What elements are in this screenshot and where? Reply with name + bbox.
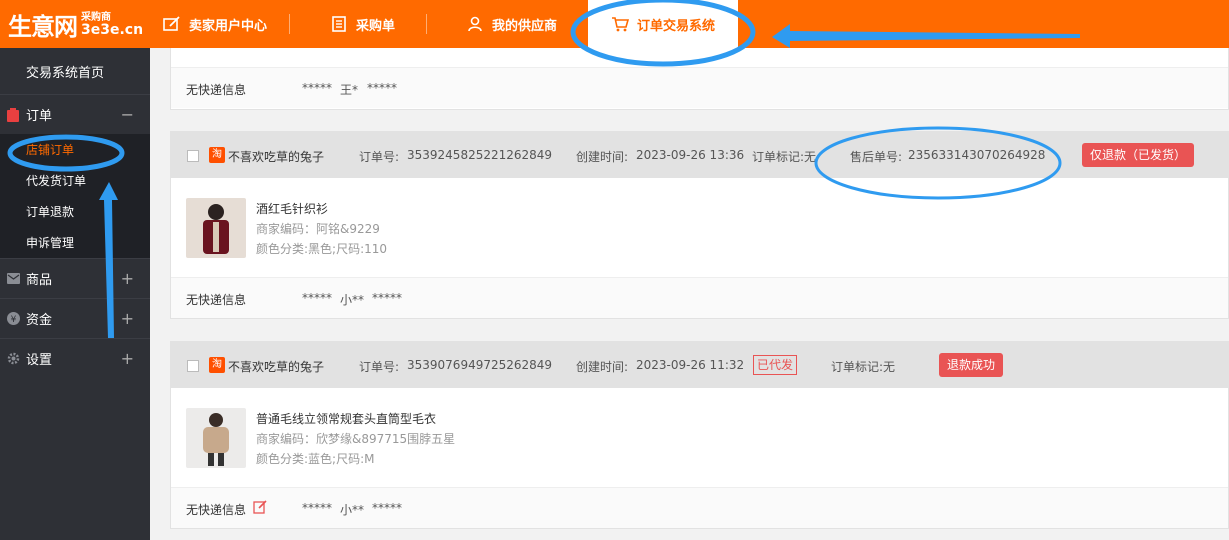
created-time: 2023-09-26 11:32 bbox=[636, 358, 745, 372]
nav-divider bbox=[426, 14, 427, 34]
logo-main-text: 生意网 bbox=[8, 11, 78, 41]
product-code: 商家编码：欣梦缘&897715围脖五星 bbox=[256, 432, 456, 446]
product-sku: 颜色分类:黑色;尺码:110 bbox=[256, 242, 388, 256]
shop-name[interactable]: 不喜欢吃草的兔子 bbox=[228, 358, 324, 375]
order-no: 3539245825221262849 bbox=[407, 148, 553, 162]
order-checkbox[interactable] bbox=[187, 360, 199, 372]
buyer-name: 小** bbox=[340, 503, 365, 517]
order-header: 淘 不喜欢吃草的兔子 订单号: 3539245825221262849 创建时间… bbox=[171, 132, 1228, 178]
nav-my-suppliers[interactable]: 我的供应商 bbox=[466, 0, 557, 48]
masked-address: ***** bbox=[367, 81, 397, 95]
sidebar-item-order-refunds[interactable]: 订单退款 bbox=[0, 196, 150, 227]
clipboard-icon bbox=[6, 107, 20, 122]
nav-label: 我的供应商 bbox=[492, 18, 558, 34]
no-express-info: 无快递信息 bbox=[186, 293, 247, 307]
edit-express-icon[interactable] bbox=[253, 500, 267, 517]
sidebar-group-settings[interactable]: 设置 + bbox=[0, 338, 150, 378]
expand-icon[interactable]: + bbox=[121, 269, 134, 288]
sidebar-group-orders[interactable]: 订单 − bbox=[0, 94, 150, 134]
buyer-name: 小** bbox=[340, 293, 365, 307]
yen-icon: ¥ bbox=[6, 312, 20, 326]
no-express-info: 无快递信息 bbox=[186, 83, 247, 97]
expand-icon[interactable]: + bbox=[121, 349, 134, 368]
no-express-info: 无快递信息 bbox=[186, 503, 247, 517]
created-label: 创建时间: bbox=[576, 150, 629, 164]
buyer-name: 王* bbox=[340, 83, 359, 97]
created-time: 2023-09-26 13:36 bbox=[636, 148, 745, 162]
order-footer: 无快递信息 ***** 小** ***** bbox=[171, 488, 1228, 528]
gear-icon bbox=[6, 352, 20, 366]
order-footer: 无快递信息 ***** 小** ***** bbox=[171, 278, 1228, 318]
order-header: 淘 不喜欢吃草的兔子 订单号: 3539076949725262849 创建时间… bbox=[171, 342, 1228, 388]
dropshipped-tag: 已代发 bbox=[753, 355, 798, 375]
edit-icon bbox=[163, 16, 181, 32]
order-list: 无快递信息 ***** 王* ***** 淘 不喜欢吃草的兔子 订单号: 353… bbox=[150, 48, 1229, 540]
sidebar-item-appeals[interactable]: 申诉管理 bbox=[0, 227, 150, 258]
masked-phone: ***** bbox=[302, 501, 332, 515]
user-icon bbox=[466, 16, 484, 32]
sidebar-group-goods[interactable]: 商品 + bbox=[0, 258, 150, 298]
sidebar-item-dropship-orders[interactable]: 代发货订单 bbox=[0, 165, 150, 196]
collapse-icon[interactable]: − bbox=[121, 105, 134, 124]
sidebar-group-label: 设置 bbox=[26, 353, 53, 368]
nav-seller-center[interactable]: 卖家用户中心 bbox=[163, 0, 267, 48]
order-no-label: 订单号: bbox=[359, 150, 400, 164]
product-sku: 颜色分类:蓝色;尺码:M bbox=[256, 452, 375, 466]
product-thumbnail[interactable] bbox=[186, 408, 246, 468]
nav-label: 卖家用户中心 bbox=[189, 18, 268, 34]
order-checkbox[interactable] bbox=[187, 150, 199, 162]
sidebar-group-label: 订单 bbox=[26, 109, 53, 124]
sidebar-group-label: 商品 bbox=[26, 273, 53, 288]
order-product: 普通毛线立领常规套头直筒型毛衣 商家编码：欣梦缘&897715围脖五星 颜色分类… bbox=[171, 388, 1228, 488]
order-no: 3539076949725262849 bbox=[407, 358, 553, 372]
product-name[interactable]: 普通毛线立领常规套头直筒型毛衣 bbox=[256, 410, 436, 427]
sidebar-item-shop-orders[interactable]: 店铺订单 bbox=[0, 134, 150, 165]
order-mark: 订单标记:无 bbox=[831, 360, 896, 374]
created-label: 创建时间: bbox=[576, 360, 629, 374]
nav-purchase-list[interactable]: 采购单 bbox=[330, 0, 395, 48]
nav-divider bbox=[289, 14, 290, 34]
refund-status-button[interactable]: 仅退款（已发货） bbox=[1082, 143, 1195, 167]
logo-sub-bottom: 3e3e.cn bbox=[81, 22, 144, 38]
nav-order-system[interactable]: 订单交易系统 bbox=[588, 0, 738, 48]
sidebar-group-label: 资金 bbox=[26, 313, 53, 328]
masked-phone: ***** bbox=[302, 291, 332, 305]
sidebar-submenu-orders: 店铺订单 代发货订单 订单退款 申诉管理 bbox=[0, 134, 150, 258]
order-footer: 无快递信息 ***** 王* ***** bbox=[171, 68, 1228, 108]
refund-status-button[interactable]: 退款成功 bbox=[939, 353, 1004, 377]
masked-address: ***** bbox=[372, 501, 402, 515]
order-card: 淘 不喜欢吃草的兔子 订单号: 3539245825221262849 创建时间… bbox=[170, 131, 1229, 319]
nav-label: 采购单 bbox=[356, 18, 396, 34]
order-product: 酒红毛针织衫 商家编码：阿铭&9229 颜色分类:黑色;尺码:110 bbox=[171, 178, 1228, 278]
sidebar: 交易系统首页 订单 − 店铺订单 代发货订单 订单退款 申诉管理 商品 + ¥ … bbox=[0, 48, 150, 540]
svg-text:¥: ¥ bbox=[10, 315, 16, 325]
product-name[interactable]: 酒红毛针织衫 bbox=[256, 200, 328, 217]
nav-label: 订单交易系统 bbox=[636, 18, 715, 34]
expand-icon[interactable]: + bbox=[121, 309, 134, 328]
top-bar: 生意网 采购商 3e3e.cn 卖家用户中心 采购单 我的供应商 订单交易系统 bbox=[0, 0, 1229, 48]
site-logo[interactable]: 生意网 采购商 3e3e.cn bbox=[8, 6, 143, 42]
masked-phone: ***** bbox=[302, 81, 332, 95]
shop-name[interactable]: 不喜欢吃草的兔子 bbox=[228, 148, 324, 165]
mail-icon bbox=[6, 272, 20, 286]
sidebar-group-funds[interactable]: ¥ 资金 + bbox=[0, 298, 150, 338]
product-thumbnail[interactable] bbox=[186, 198, 246, 258]
cart-icon bbox=[611, 16, 629, 32]
order-card: 无快递信息 ***** 王* ***** bbox=[170, 48, 1229, 110]
taobao-icon: 淘 bbox=[209, 357, 225, 373]
taobao-icon: 淘 bbox=[209, 147, 225, 163]
list-icon bbox=[330, 16, 348, 32]
product-code: 商家编码：阿铭&9229 bbox=[256, 222, 380, 236]
order-card: 淘 不喜欢吃草的兔子 订单号: 3539076949725262849 创建时间… bbox=[170, 341, 1229, 529]
order-mark: 订单标记:无 bbox=[752, 150, 817, 164]
sidebar-home-link[interactable]: 交易系统首页 bbox=[0, 48, 150, 94]
order-no-label: 订单号: bbox=[359, 360, 400, 374]
masked-address: ***** bbox=[372, 291, 402, 305]
after-sale-no: 235633143070264928 bbox=[908, 148, 1046, 162]
after-sale-label: 售后单号: bbox=[850, 150, 903, 164]
